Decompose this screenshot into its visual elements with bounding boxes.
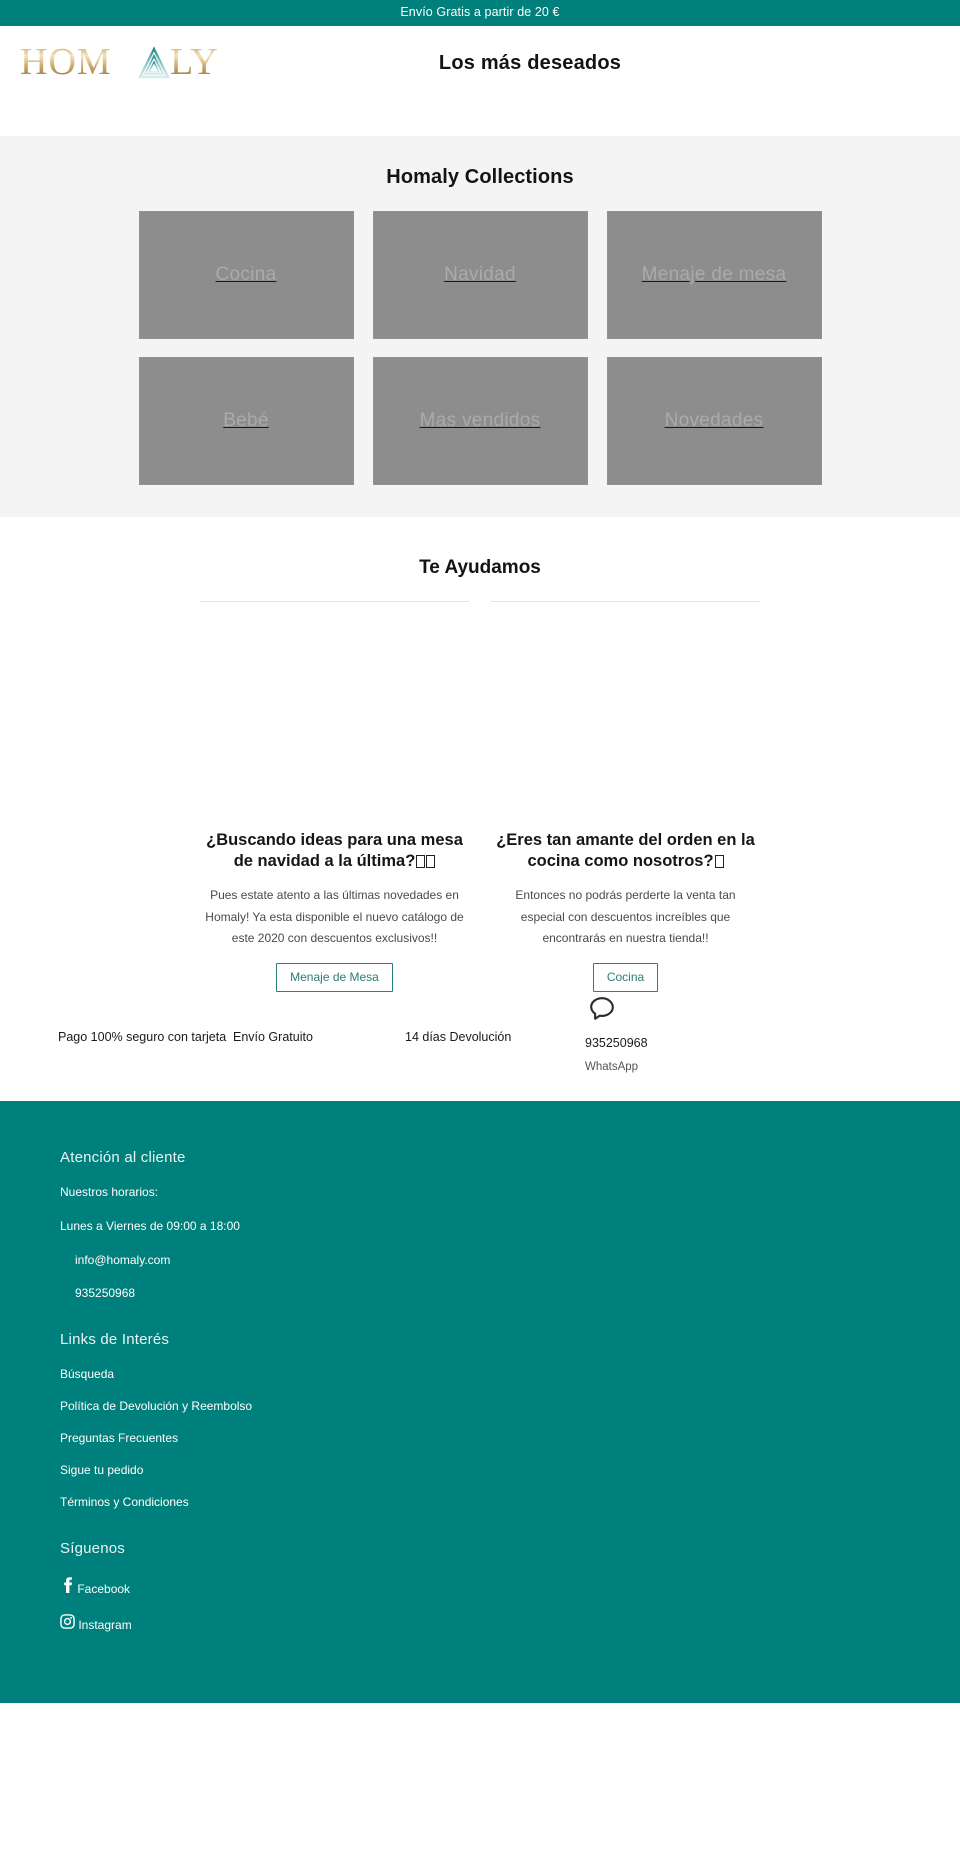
site-header: HOM LY Los más deseados [0,25,960,101]
card-cta-menaje-de-mesa[interactable]: Menaje de Mesa [276,963,393,993]
collection-tile-label: Menaje de mesa [641,263,787,285]
collection-tile-mas-vendidos[interactable]: Mas vendidos [372,356,588,485]
footer-phone-link[interactable]: 935250968 [60,1287,960,1299]
social-label: Instagram [78,1618,132,1633]
footer-link-preguntas-frecuentes[interactable]: Preguntas Frecuentes [60,1432,960,1444]
footer-email-link[interactable]: info@homaly.com [60,1254,960,1266]
instagram-icon [60,1614,75,1630]
svg-text:LY: LY [170,43,219,83]
collection-tile-label: Mas vendidos [419,409,541,431]
collections-heading: Homaly Collections [386,165,574,188]
whatsapp-number: 935250968 [585,1035,648,1050]
footer-hours-value: Lunes a Viernes de 09:00 a 18:00 [60,1219,240,1234]
card-image-placeholder [200,601,469,830]
collection-tile-label: Novedades [664,409,764,431]
whatsapp-label: WhatsApp [585,1060,639,1073]
trust-item-envio-gratuito: Envío Gratuito [233,1030,313,1045]
chat-bubble-icon [587,994,617,1029]
footer-link-sigue-tu-pedido[interactable]: Sigue tu pedido [60,1464,960,1476]
page-title: Los más deseados [438,51,622,74]
emoji-fallback-icon [714,854,724,868]
help-heading: Te Ayudamos [419,556,541,578]
collection-tile-navidad[interactable]: Navidad [372,210,588,339]
help-card-cocina: ¿Eres tan amante del orden en la cocina … [491,600,760,993]
card-cta-cocina[interactable]: Cocina [592,963,659,993]
footer-social-block: Síguenos Facebook Instagram [60,1540,960,1631]
footer-support-heading: Atención al cliente [60,1149,186,1167]
social-link-facebook[interactable]: Facebook [60,1577,960,1595]
logo-homaly[interactable]: HOM LY [20,43,270,83]
social-link-instagram[interactable]: Instagram [60,1614,960,1631]
collection-tile-novedades[interactable]: Novedades [606,356,822,485]
card-button-wrap: Menaje de Mesa [200,963,469,993]
help-cards: ¿Buscando ideas para una mesa de navidad… [200,600,760,993]
footer-links-block: Links de Interés Búsqueda Política de De… [60,1331,960,1508]
header-spacer [0,100,960,136]
triangle-a-mark [138,46,170,79]
collection-tile-label: Bebé [223,409,269,431]
collection-tile-bebe[interactable]: Bebé [138,356,354,485]
collection-tile-label: Cocina [215,263,277,285]
card-button-wrap: Cocina [491,963,760,993]
social-label: Facebook [77,1582,131,1597]
help-card-navidad: ¿Buscando ideas para una mesa de navidad… [200,600,469,993]
emoji-fallback-icon [426,854,436,868]
footer-links-heading: Links de Interés [60,1331,170,1349]
facebook-icon [64,1577,72,1594]
site-footer: Atención al cliente Nuestros horarios: L… [0,1101,960,1704]
footer-support-block: Atención al cliente Nuestros horarios: L… [60,1149,960,1299]
footer-hours-label: Nuestros horarios: [60,1185,159,1200]
footer-social-heading: Síguenos [60,1540,125,1558]
footer-link-politica-devolucion[interactable]: Política de Devolución y Reembolso [60,1400,960,1412]
help-section: Te Ayudamos ¿Buscando ideas para una mes… [0,516,960,993]
announcement-bar: Envío Gratis a partir de 20 € [0,0,960,26]
announcement-text: Envío Gratis a partir de 20 € [400,5,560,19]
collections-grid: Cocina Navidad Menaje de mesa Bebé Mas v… [77,210,883,485]
trust-item-pago-seguro: Pago 100% seguro con tarjeta [58,1030,227,1045]
svg-text:HOM: HOM [20,43,112,83]
card-title: ¿Buscando ideas para una mesa de navidad… [200,830,469,873]
trust-item-whatsapp[interactable]: 935250968 WhatsApp [585,994,725,1075]
collections-section: Homaly Collections Cocina Navidad Menaje… [0,135,960,517]
trust-item-devolucion: 14 días Devolución [405,1030,512,1045]
card-image-placeholder [491,601,760,830]
collection-tile-label: Navidad [444,263,516,285]
collection-tile-menaje-de-mesa[interactable]: Menaje de mesa [606,210,822,339]
emoji-fallback-icon [416,854,426,868]
collection-tile-cocina[interactable]: Cocina [138,210,354,339]
card-body: Pues estate atento a las últimas novedad… [205,888,464,946]
logo-icon: HOM LY [20,43,219,83]
card-body: Entonces no podrás perderte la venta tan… [515,888,736,946]
card-title: ¿Eres tan amante del orden en la cocina … [491,830,760,873]
footer-link-terminos-condiciones[interactable]: Términos y Condiciones [60,1496,960,1508]
trust-badges: Pago 100% seguro con tarjeta Envío Gratu… [0,992,960,1102]
footer-link-busqueda[interactable]: Búsqueda [60,1368,960,1380]
